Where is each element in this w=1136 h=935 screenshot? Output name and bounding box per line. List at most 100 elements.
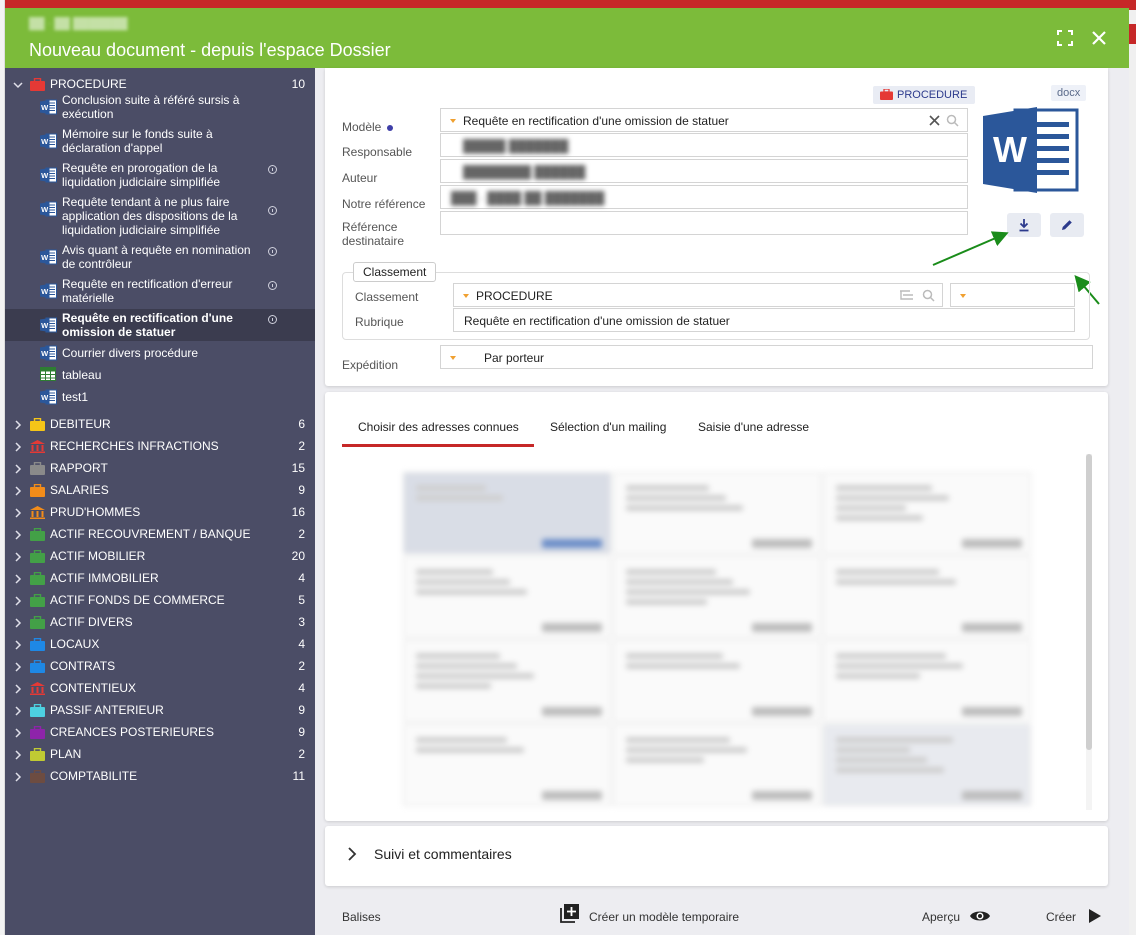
chevron-right-icon[interactable] (13, 507, 23, 518)
folder-label: PASSIF ANTERIEUR (50, 703, 164, 717)
chevron-right-icon[interactable] (13, 441, 23, 452)
info-icon[interactable] (268, 206, 277, 215)
folder-item[interactable]: ACTIF MOBILIER 20 (5, 549, 315, 563)
tree-list-icon[interactable] (900, 290, 914, 302)
clear-icon[interactable] (929, 115, 940, 126)
folder-item[interactable]: ACTIF RECOUVREMENT / BANQUE 2 (5, 527, 315, 541)
address-card-item[interactable] (823, 724, 1031, 806)
folder-item[interactable]: PLAN 2 (5, 747, 315, 761)
tab-mailing[interactable]: Sélection d'un mailing (550, 420, 666, 434)
search-icon[interactable] (922, 289, 935, 302)
address-card-item[interactable] (823, 640, 1031, 722)
folder-item[interactable]: DEBITEUR 6 (5, 417, 315, 431)
responsable-field[interactable]: █████ ███████ (440, 133, 968, 157)
folder-item[interactable]: ACTIF FONDS DE COMMERCE 5 (5, 593, 315, 607)
notre-reference-field[interactable]: ███ · ████ ██ ███████ (440, 185, 968, 209)
folder-item[interactable]: COMPTABILITE 11 (5, 769, 315, 783)
folder-item[interactable]: RAPPORT 15 (5, 461, 315, 475)
briefcase-icon (30, 571, 45, 585)
folder-item[interactable]: ACTIF IMMOBILIER 4 (5, 571, 315, 585)
folder-item[interactable]: RECHERCHES INFRACTIONS 2 (5, 439, 315, 453)
address-text-line (626, 589, 750, 595)
info-icon[interactable] (268, 281, 277, 290)
chevron-right-icon[interactable] (13, 727, 23, 738)
template-item[interactable]: W Avis quant à requête en nomination de c… (5, 243, 315, 271)
address-card-item[interactable] (403, 724, 611, 806)
address-card-item[interactable] (403, 472, 611, 554)
folder-item[interactable]: CONTENTIEUX 4 (5, 681, 315, 695)
chevron-right-icon[interactable] (13, 771, 23, 782)
svg-text:W: W (41, 321, 49, 330)
folder-count: 15 (291, 461, 305, 475)
template-item[interactable]: W Courrier divers procédure (5, 345, 315, 361)
info-icon[interactable] (268, 315, 277, 324)
address-card-item[interactable] (823, 556, 1031, 638)
chevron-right-icon[interactable] (13, 529, 23, 540)
fullscreen-button[interactable] (1053, 26, 1077, 50)
reference-destinataire-field[interactable] (440, 211, 968, 235)
folder-procedure[interactable]: PROCEDURE 10 (5, 77, 315, 91)
search-icon[interactable] (946, 114, 959, 127)
auteur-field[interactable]: ████████ ██████ (440, 159, 968, 183)
rubrique-field[interactable]: Requête en rectification d'une omission … (453, 308, 1075, 332)
classement-select[interactable]: PROCEDURE (453, 283, 943, 307)
chevron-right-icon[interactable] (13, 485, 23, 496)
balises-button[interactable]: Balises (342, 910, 381, 924)
folder-item[interactable]: LOCAUX 4 (5, 637, 315, 651)
address-card-item[interactable] (613, 640, 821, 722)
classement-legend: Classement (353, 262, 437, 282)
classement-group: Classement Classement Rubrique PROCEDURE… (342, 262, 1090, 340)
address-card-item[interactable] (613, 472, 821, 554)
address-card-item[interactable] (403, 556, 611, 638)
address-tag (752, 707, 812, 716)
tab-adresses-connues[interactable]: Choisir des adresses connues (358, 420, 519, 434)
folder-item[interactable]: CONTRATS 2 (5, 659, 315, 673)
template-item[interactable]: W Requête en rectification d'une omission… (5, 309, 315, 341)
expedition-select[interactable]: Par porteur (440, 345, 1093, 369)
apercu-button[interactable]: Aperçu (922, 910, 990, 924)
template-item[interactable]: tableau (5, 367, 315, 382)
address-card-item[interactable] (403, 640, 611, 722)
scrollbar-track[interactable] (1086, 454, 1092, 810)
chevron-down-icon[interactable] (13, 79, 23, 89)
chevron-right-icon[interactable] (13, 463, 23, 474)
chevron-right-icon[interactable] (13, 749, 23, 760)
chevron-right-icon[interactable] (13, 551, 23, 562)
folder-item[interactable]: CREANCES POSTERIEURES 9 (5, 725, 315, 739)
classement-secondary-select[interactable] (950, 283, 1075, 307)
address-tag (962, 791, 1022, 800)
template-item[interactable]: Wtest1 (5, 389, 315, 405)
chevron-right-icon[interactable] (13, 705, 23, 716)
creer-button[interactable]: Créer (1046, 909, 1101, 924)
address-card-item[interactable] (613, 556, 821, 638)
folder-item[interactable]: SALARIES 9 (5, 483, 315, 497)
chevron-right-icon[interactable] (13, 595, 23, 606)
template-item[interactable]: W Requête tendant à ne plus faire applica… (5, 195, 315, 237)
chevron-right-icon[interactable] (13, 573, 23, 584)
chevron-right-icon[interactable] (13, 639, 23, 650)
template-item[interactable]: W Mémoire sur le fonds suite à déclaratio… (5, 127, 315, 155)
address-card-item[interactable] (823, 472, 1031, 554)
folder-item[interactable]: ACTIF DIVERS 3 (5, 615, 315, 629)
suivi-section[interactable]: Suivi et commentaires (325, 826, 1108, 886)
template-item[interactable]: W Conclusion suite à référé sursis à exéc… (5, 93, 315, 121)
modele-select[interactable]: Requête en rectification d'une omission … (440, 108, 968, 132)
address-card-item[interactable] (613, 724, 821, 806)
close-button[interactable] (1087, 26, 1111, 50)
chevron-right-icon[interactable] (13, 617, 23, 628)
address-tag (542, 707, 602, 716)
auteur-value: ████████ ██████ (463, 165, 586, 179)
chevron-right-icon[interactable] (13, 683, 23, 694)
scrollbar-thumb[interactable] (1086, 454, 1092, 750)
folder-item[interactable]: PASSIF ANTERIEUR 9 (5, 703, 315, 717)
chevron-right-icon[interactable] (13, 419, 23, 430)
template-item[interactable]: W Requête en rectification d'erreur matér… (5, 277, 315, 305)
info-icon[interactable] (268, 165, 277, 174)
chevron-right-icon[interactable] (13, 661, 23, 672)
template-item[interactable]: W Requête en prorogation de la liquidatio… (5, 161, 315, 189)
calendar-icon[interactable] (1129, 24, 1136, 44)
info-icon[interactable] (268, 247, 277, 256)
tab-saisie-adresse[interactable]: Saisie d'une adresse (698, 420, 809, 434)
folder-item[interactable]: PRUD'HOMMES 16 (5, 505, 315, 519)
help-dot-icon[interactable] (386, 124, 393, 131)
